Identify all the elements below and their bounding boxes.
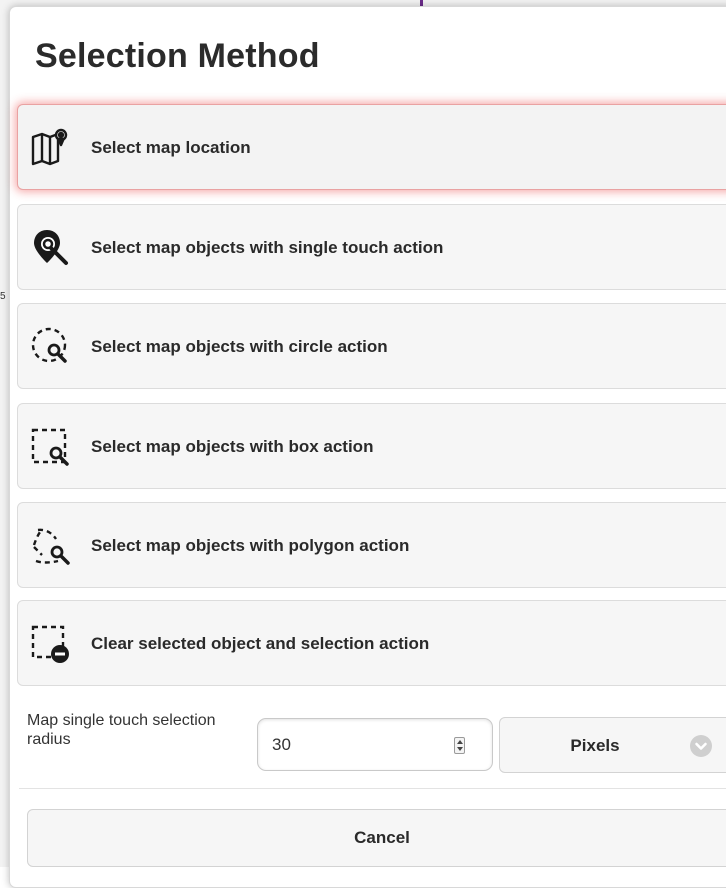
option-label: Select map objects with single touch act… (91, 238, 444, 257)
clear-selection-button[interactable]: Clear selected object and selection acti… (17, 600, 726, 686)
radius-label: Map single touch selection radius (27, 712, 216, 748)
cancel-button[interactable]: Cancel (27, 809, 726, 867)
radius-input-wrapper (257, 718, 493, 771)
pin-search-icon (30, 227, 72, 269)
option-label: Select map location (91, 138, 251, 157)
option-label: Select map objects with circle action (91, 337, 388, 356)
option-label: Select map objects with polygon action (91, 536, 410, 555)
select-map-location-button[interactable]: Select map location (17, 104, 726, 190)
selection-method-dialog: Selection Method Select map location Sel… (9, 6, 726, 888)
unit-select[interactable]: Pixels (499, 717, 726, 773)
circle-select-icon (30, 326, 72, 368)
polygon-select-icon (30, 525, 72, 567)
option-label: Select map objects with box action (91, 437, 374, 456)
unit-label: Pixels (570, 736, 620, 755)
dialog-title: Selection Method (35, 37, 320, 75)
background-glyph: 5 (0, 291, 6, 302)
select-single-touch-button[interactable]: Select map objects with single touch act… (17, 204, 726, 290)
radius-stepper[interactable] (454, 737, 465, 754)
chevron-down-icon (690, 735, 712, 757)
select-circle-button[interactable]: Select map objects with circle action (17, 303, 726, 389)
box-select-icon (30, 426, 72, 468)
radius-input[interactable] (272, 734, 442, 756)
divider (19, 788, 726, 789)
map-pin-icon (30, 127, 72, 169)
stepper-up-icon[interactable] (457, 740, 463, 744)
select-polygon-button[interactable]: Select map objects with polygon action (17, 502, 726, 588)
option-label: Clear selected object and selection acti… (91, 634, 430, 653)
stepper-down-icon[interactable] (457, 747, 463, 751)
clear-selection-icon (30, 623, 72, 665)
select-box-button[interactable]: Select map objects with box action (17, 403, 726, 489)
